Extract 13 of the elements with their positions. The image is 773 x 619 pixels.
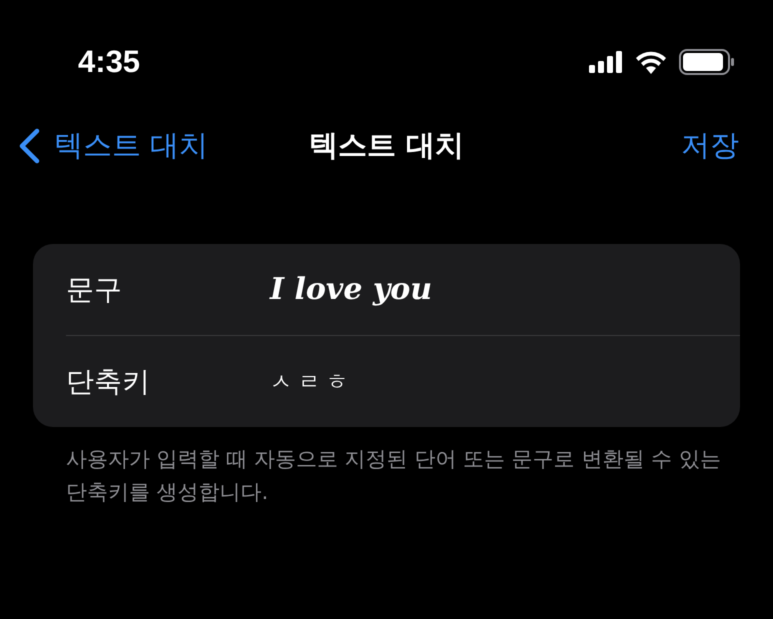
chevron-left-icon bbox=[18, 128, 40, 164]
screen-title: 텍스트 대치 bbox=[308, 128, 464, 162]
input-field[interactable]: I love you bbox=[270, 272, 432, 307]
input-field[interactable]: ㅅㄹㅎ bbox=[270, 366, 354, 396]
signal-icon bbox=[589, 51, 623, 73]
battery-icon bbox=[679, 49, 735, 75]
field-label: 단축키 bbox=[66, 364, 151, 400]
field-label: 문구 bbox=[66, 272, 123, 308]
wifi-icon bbox=[635, 50, 667, 74]
back-button[interactable]: 텍스트 대치 bbox=[18, 126, 208, 166]
save-button[interactable]: 저장 bbox=[681, 126, 739, 166]
footer-note: 사용자가 입력할 때 자동으로 지정된 단어 또는 문구로 변환될 수 있는 단축키를 생성합니다. bbox=[66, 446, 722, 506]
status-time: 4:35 bbox=[78, 44, 140, 80]
